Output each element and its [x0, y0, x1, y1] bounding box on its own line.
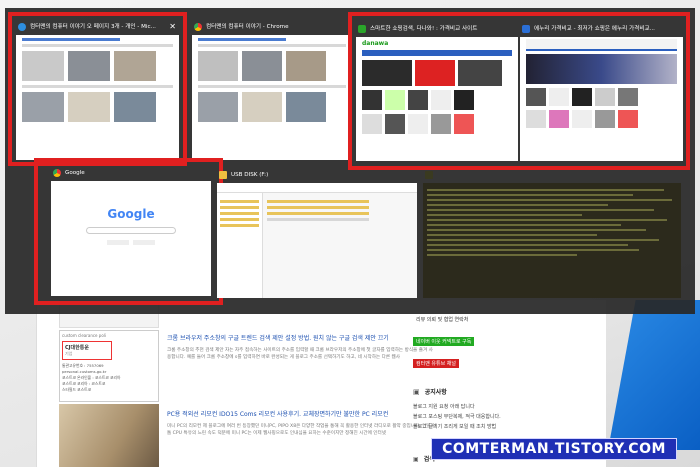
preview-line — [220, 218, 259, 221]
preview-line — [220, 224, 259, 227]
notice-icon: ▣ — [413, 388, 420, 396]
preview-files — [263, 193, 417, 298]
post-1-excerpt: 크롬 주소창의 추천 검색 제안 자는 자주 접속하는 사이트의 주소를 입력할… — [167, 348, 433, 360]
thumbnail-brand: CJ대한통운 — [65, 345, 89, 351]
selection-highlight — [34, 158, 223, 305]
preview-line — [427, 204, 608, 206]
preview-line — [427, 214, 582, 216]
post-thumbnail-card: custom clearance poli CJ대한통운 기업 통관고유번호 :… — [59, 330, 159, 402]
sidebar-badge-label[interactable]: 리뷰 의뢰 및 협업 연락처 — [413, 315, 471, 324]
search-section-icon: ▣ — [413, 456, 419, 463]
preview-body — [217, 193, 417, 298]
sidebar-badge-naver[interactable]: 네이버 이웃 커넥트로 구독 — [413, 328, 603, 347]
post-2[interactable]: PC용 적외선 리모컨 IDO15 Coms 리모컨 사용후기. 교체장면하기만… — [167, 410, 437, 437]
preview-line — [427, 234, 598, 236]
preview-image — [242, 51, 282, 81]
selection-highlight — [8, 12, 187, 166]
preview-line — [267, 218, 370, 221]
window-title: USB DISK (F:) — [231, 172, 269, 178]
post-2-excerpt: 미니 PC의 리모컨 제 블로그에 여러 번 등장했던 미니PC, PIPO X… — [167, 424, 437, 436]
notice-item[interactable]: 블로그 포스팅 무단복제, 적극 대응합니다. — [413, 412, 603, 422]
preview-line — [427, 249, 639, 251]
preview-image — [286, 51, 326, 81]
sidebar-badge-label[interactable]: 컴터맨 유튜브 채널 — [413, 359, 459, 368]
preview-images — [198, 92, 346, 122]
thumbnail-sub: 기업 — [65, 351, 73, 356]
preview-line — [198, 38, 286, 41]
notice-header: ▣ 공지사항 — [413, 379, 603, 398]
window-chrome[interactable]: 컴터맨의 컴퓨터 이야기 - Chrome — [192, 20, 352, 160]
preview-image — [198, 51, 238, 81]
post-2-title[interactable]: PC용 적외선 리모컨 IDO15 Coms 리모컨 사용후기. 교체장면하기만… — [167, 410, 437, 419]
window-preview — [423, 183, 681, 298]
window-title — [423, 168, 681, 182]
thumbnail-top-text: custom clearance poli — [62, 333, 106, 338]
thumbnail-brand-box: CJ대한통운 기업 — [62, 341, 112, 360]
window-title: 컴터맨의 컴퓨터 이야기 - Chrome — [206, 24, 289, 30]
preview-line — [267, 212, 370, 215]
window-preview — [192, 35, 352, 160]
preview-image — [286, 92, 326, 122]
preview-line — [427, 199, 673, 201]
preview-line — [427, 209, 655, 211]
preview-image — [242, 92, 282, 122]
preview-line — [427, 224, 621, 226]
preview-line — [427, 219, 667, 221]
thumbnail-lines: 통관고유번호 : 7557069 personal.customs.go.kr … — [60, 361, 158, 395]
task-switcher-overlay: 컴터맨의 컴퓨터 이야기 오 페이지 3개 - 개인 - Mic... ✕ 컴터… — [5, 8, 695, 314]
preview-line — [198, 44, 346, 47]
preview-line — [427, 254, 577, 256]
preview-line — [427, 229, 647, 231]
preview-line — [267, 206, 370, 209]
preview-navpane — [217, 193, 263, 298]
preview-line — [427, 244, 629, 246]
blog-watermark: COMTERMAN.TISTORY.COM — [431, 438, 677, 460]
notice-title: 공지사항 — [424, 389, 447, 396]
window-terminal[interactable] — [423, 168, 681, 298]
preview-line — [427, 194, 634, 196]
preview-line — [198, 85, 346, 88]
preview-images — [198, 51, 346, 81]
preview-line — [427, 239, 660, 241]
notice-item[interactable]: 블로그 글의기 조리게 보일 때 조치 방법 — [413, 422, 603, 432]
preview-line — [220, 212, 259, 215]
post-1-title[interactable]: 크롬 브라우저 주소창의 구글 트렌드 검색 제안 설정 방법. 원치 않는 구… — [167, 334, 437, 343]
preview-line — [267, 200, 370, 203]
thumbnail-line: 스타필드 코스트코 — [62, 387, 92, 392]
sidebar-badge-youtube[interactable]: 컴터맨 유튜브 채널 — [413, 350, 603, 369]
sidebar-badge-label[interactable]: 네이버 이웃 커넥트로 구독 — [413, 337, 475, 346]
notice-item[interactable]: 블로그 지원 요청 아래 답니다 — [413, 402, 603, 412]
post-1[interactable]: 크롬 브라우저 주소창의 구글 트렌드 검색 제안 설정 방법. 원치 않는 구… — [167, 334, 437, 361]
preview-ribbon — [217, 183, 417, 193]
selection-highlight — [348, 12, 690, 170]
window-explorer[interactable]: USB DISK (F:) — [217, 168, 417, 298]
preview-line — [220, 206, 259, 209]
window-preview — [217, 183, 417, 298]
preview-line — [427, 189, 665, 191]
preview-image — [198, 92, 238, 122]
preview-line — [220, 200, 259, 203]
post-thumbnail-remote — [59, 404, 159, 467]
